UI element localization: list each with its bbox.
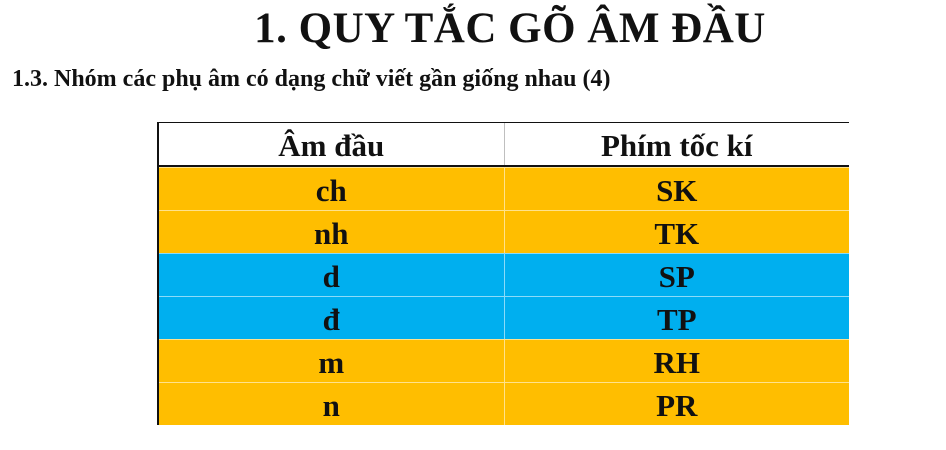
table-header-row: Âm đầu Phím tốc kí	[159, 123, 849, 167]
table-row: m RH	[159, 339, 849, 382]
table-row: n PR	[159, 382, 849, 425]
cell-am-dau: nh	[314, 215, 349, 251]
cell-phim-toc-ki: SK	[503, 168, 850, 210]
cell-phim-toc-ki: PR	[503, 383, 850, 425]
table-row: nh TK	[159, 210, 849, 253]
table-row: ch SK	[159, 167, 849, 210]
header-phim-toc-ki: Phím tốc kí	[503, 123, 850, 165]
table-row: d SP	[159, 253, 849, 296]
cell-phim-toc-ki: RH	[503, 340, 850, 382]
table-row: đ TP	[159, 296, 849, 339]
header-am-dau: Âm đầu	[278, 127, 385, 163]
section-subtitle: 1.3. Nhóm các phụ âm có dạng chữ viết gầ…	[12, 66, 611, 92]
cell-am-dau: ch	[315, 172, 347, 208]
cell-am-dau: d	[322, 258, 340, 294]
cell-phim-toc-ki: SP	[503, 254, 850, 296]
cell-phim-toc-ki: TP	[503, 297, 850, 339]
cell-am-dau: đ	[322, 301, 340, 337]
cell-am-dau: n	[322, 387, 340, 423]
page-title: 1. QUY TẮC GÕ ÂM ĐẦU	[254, 5, 766, 52]
cell-am-dau: m	[318, 344, 345, 380]
cell-phim-toc-ki: TK	[503, 211, 850, 253]
consonant-table: Âm đầu Phím tốc kí ch SK nh TK d SP đ TP…	[157, 122, 849, 425]
